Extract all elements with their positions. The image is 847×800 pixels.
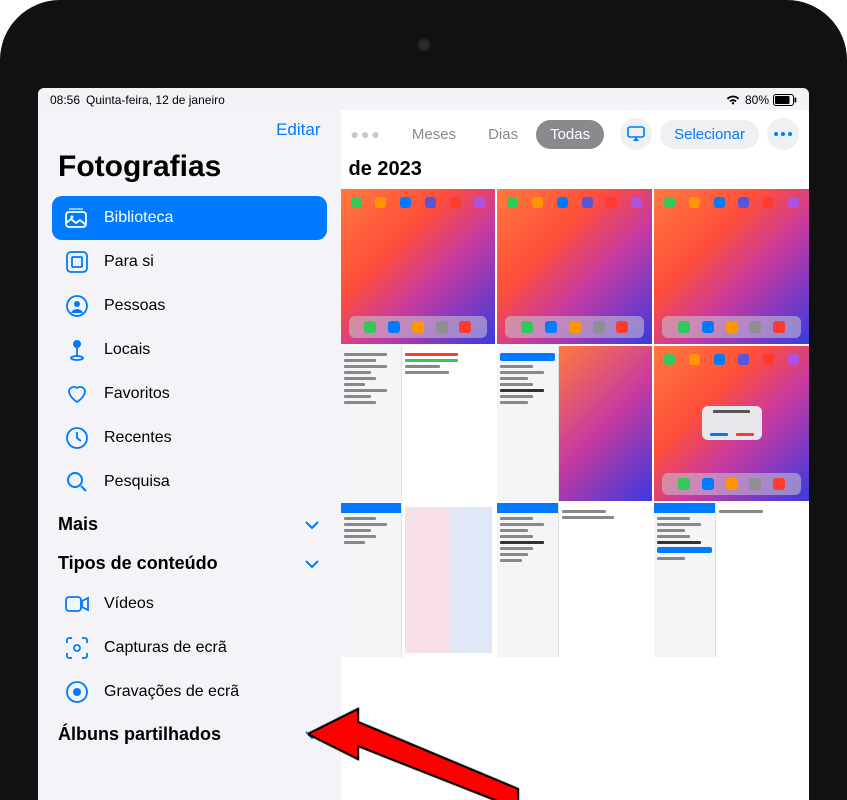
section-label: Mais [58,514,98,535]
video-icon [64,591,90,617]
battery-icon [773,94,797,106]
sidebar-item-label: Biblioteca [104,209,173,227]
sidebar-item-label: Capturas de ecrã [104,639,227,657]
recording-icon [64,679,90,705]
sidebar-item-label: Pesquisa [104,473,170,491]
places-icon [64,337,90,363]
segment-months[interactable]: Meses [398,120,470,149]
screen: 08:56 Quinta-feira, 12 de janeiro 80% Ed… [38,88,809,800]
sidebar-item-label: Locais [104,341,150,359]
sidebar-item-videos[interactable]: Vídeos [52,582,327,626]
drag-handle-icon[interactable]: ●●● [351,126,390,142]
segment-days[interactable]: Dias [474,120,532,149]
device-frame: 08:56 Quinta-feira, 12 de janeiro 80% Ed… [0,0,847,800]
section-more[interactable]: Mais [52,504,327,543]
photo-tile[interactable] [497,503,652,658]
sidebar-item-screen-recordings[interactable]: Gravações de ecrã [52,670,327,714]
sidebar-item-library[interactable]: Biblioteca [52,196,327,240]
status-date: Quinta-feira, 12 de janeiro [86,93,225,107]
photo-tile[interactable] [341,189,496,344]
heart-icon [64,381,90,407]
chevron-down-icon [305,724,319,745]
time-segment-control: Meses Dias Todas [398,120,604,149]
screenshot-icon [64,635,90,661]
sidebar-item-people[interactable]: Pessoas [52,284,327,328]
content-title: de 2023 [341,158,810,189]
library-icon [64,205,90,231]
chevron-down-icon [305,553,319,574]
photo-tile[interactable] [654,503,809,658]
sidebar-item-for-you[interactable]: Para si [52,240,327,284]
sidebar-item-label: Favoritos [104,385,170,403]
sidebar-item-label: Vídeos [104,595,154,613]
section-shared-albums[interactable]: Álbuns partilhados [52,714,327,753]
content-toolbar: ●●● Meses Dias Todas Selecionar [341,110,810,158]
more-button[interactable] [767,118,799,150]
sidebar-item-recents[interactable]: Recentes [52,416,327,460]
photo-tile[interactable] [497,346,652,501]
sidebar-item-search[interactable]: Pesquisa [52,460,327,504]
content-area: ●●● Meses Dias Todas Selecionar de [341,110,810,800]
sidebar-item-label: Para si [104,253,154,271]
photo-tile[interactable] [497,189,652,344]
photo-tile[interactable] [341,346,496,501]
airplay-button[interactable] [620,118,652,150]
for-you-icon [64,249,90,275]
sidebar-item-label: Recentes [104,429,172,447]
clock-icon [64,425,90,451]
battery-percentage: 80% [745,93,769,107]
sidebar-title: Fotografias [52,146,327,196]
sidebar-item-places[interactable]: Locais [52,328,327,372]
sidebar-item-favorites[interactable]: Favoritos [52,372,327,416]
sidebar-item-label: Pessoas [104,297,165,315]
photo-tile[interactable] [654,189,809,344]
wifi-icon [725,94,741,106]
section-label: Tipos de conteúdo [58,553,218,574]
sidebar-item-screenshots[interactable]: Capturas de ecrã [52,626,327,670]
chevron-down-icon [305,514,319,535]
sidebar-item-label: Gravações de ecrã [104,683,239,701]
segment-all[interactable]: Todas [536,120,604,149]
edit-button[interactable]: Editar [276,120,320,140]
photo-grid [341,189,810,657]
status-time: 08:56 [50,93,80,107]
select-button[interactable]: Selecionar [660,120,759,149]
front-camera [417,38,431,52]
search-icon [64,469,90,495]
people-icon [64,293,90,319]
sidebar: Editar Fotografias Biblioteca Para si [38,110,341,800]
section-label: Álbuns partilhados [58,724,221,745]
status-bar: 08:56 Quinta-feira, 12 de janeiro 80% [38,88,809,110]
section-content-types[interactable]: Tipos de conteúdo [52,543,327,582]
photo-tile[interactable] [654,346,809,501]
photo-tile[interactable] [341,503,496,658]
